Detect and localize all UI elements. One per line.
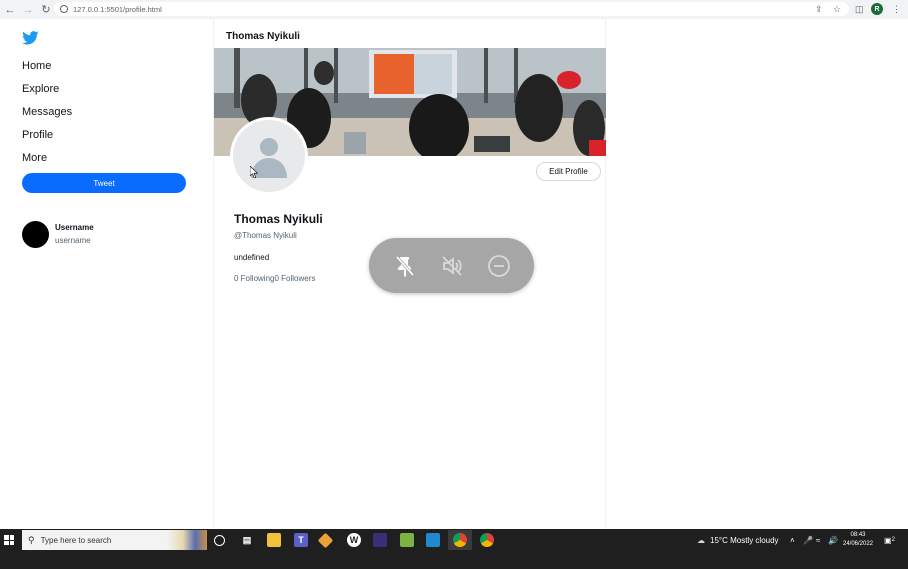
minus-circle-icon[interactable] xyxy=(486,253,512,279)
address-bar[interactable]: 127.0.0.1:5501/profile.html xyxy=(54,2,849,16)
cortana-icon[interactable] xyxy=(214,535,225,546)
side-panel-icon[interactable]: ◫ xyxy=(855,2,864,16)
cloud-icon: ☁ xyxy=(697,535,705,545)
taskbar-search-input[interactable]: ⚲ Type here to search xyxy=(22,530,207,550)
bookmark-star-icon[interactable]: ☆ xyxy=(833,2,841,16)
teams-icon[interactable]: T xyxy=(294,533,308,547)
notepad-icon[interactable] xyxy=(400,533,414,547)
sidebar-item-messages[interactable]: Messages xyxy=(22,106,72,118)
weather-text: 15°C Mostly cloudy xyxy=(710,535,779,545)
browser-toolbar: ← → ↻ 127.0.0.1:5501/profile.html ⇪ ☆ ◫ … xyxy=(0,0,908,19)
mouse-cursor-icon xyxy=(250,166,258,178)
sidebar-item-explore[interactable]: Explore xyxy=(22,83,59,95)
profile-name: Thomas Nyikuli xyxy=(234,212,323,226)
volume-icon[interactable]: 🔊 xyxy=(828,529,838,551)
twitter-logo-icon[interactable] xyxy=(22,31,39,45)
vscode-icon[interactable] xyxy=(426,533,440,547)
site-info-icon[interactable] xyxy=(60,5,68,13)
back-icon[interactable]: ← xyxy=(2,2,18,18)
browser-menu-icon[interactable]: ⋮ xyxy=(892,2,901,16)
profile-avatar[interactable] xyxy=(230,117,308,195)
follow-stats: 0 Following 0 Followers xyxy=(234,274,315,283)
profile-handle: @Thomas Nyikuli xyxy=(234,231,297,240)
pin-off-icon[interactable] xyxy=(392,253,418,279)
tweet-button[interactable]: Tweet xyxy=(22,173,186,193)
share-icon[interactable]: ⇪ xyxy=(815,2,823,16)
clock-time: 08:43 xyxy=(850,532,866,538)
reload-icon[interactable]: ↻ xyxy=(38,2,54,18)
floating-control-bar xyxy=(369,238,534,293)
profile-bio: undefined xyxy=(234,253,270,262)
notification-icon: ▣ xyxy=(884,535,892,545)
chrome-icon[interactable] xyxy=(453,533,467,547)
screen-bottom-border xyxy=(0,551,908,569)
clock-date: 24/06/2022 xyxy=(842,541,874,547)
weather-widget[interactable]: ☁ 15°C Mostly cloudy xyxy=(697,529,779,551)
account-handle: username xyxy=(55,236,91,245)
browser-profile-avatar[interactable]: R xyxy=(871,3,883,15)
following-count[interactable]: 0 Following xyxy=(234,274,274,283)
tray-chevron-up-icon[interactable]: ˄ xyxy=(790,529,795,551)
git-icon[interactable] xyxy=(317,532,334,549)
search-icon: ⚲ xyxy=(28,534,35,545)
network-icon[interactable]: ≈ xyxy=(816,529,820,551)
windows-start-icon[interactable] xyxy=(4,535,14,545)
sidebar-item-home[interactable]: Home xyxy=(22,60,51,72)
followers-count[interactable]: 0 Followers xyxy=(274,274,315,283)
sidebar-item-profile[interactable]: Profile xyxy=(22,129,53,141)
account-avatar[interactable] xyxy=(22,221,49,248)
notification-count: 2 xyxy=(891,537,895,543)
mute-icon[interactable] xyxy=(439,253,465,279)
edit-profile-button[interactable]: Edit Profile xyxy=(536,162,601,181)
forward-icon[interactable]: → xyxy=(20,2,36,18)
task-view-icon[interactable]: ▤ xyxy=(240,533,254,547)
account-username: Username xyxy=(55,223,94,232)
notification-center[interactable]: ▣ 2 xyxy=(884,529,895,551)
url-text: 127.0.0.1:5501/profile.html xyxy=(73,4,162,14)
wordpress-icon[interactable]: W xyxy=(347,533,361,547)
left-sidebar: Home Explore Messages Profile More Tweet… xyxy=(0,19,213,529)
page-title: Thomas Nyikuli xyxy=(226,31,300,42)
taskbar-search-placeholder: Type here to search xyxy=(40,535,112,545)
taskbar-clock[interactable]: 08:43 24/06/2022 xyxy=(840,531,876,549)
sidebar-item-more[interactable]: More xyxy=(22,152,47,164)
file-explorer-icon[interactable] xyxy=(267,533,281,547)
search-highlight-art xyxy=(167,530,207,550)
windows-taskbar: ⚲ Type here to search ▤ T W ☁ 15°C Mostl… xyxy=(0,529,908,551)
microphone-icon[interactable]: 🎤 xyxy=(803,529,813,551)
jetbrains-icon[interactable] xyxy=(373,533,387,547)
chrome-profile-icon[interactable] xyxy=(480,533,494,547)
